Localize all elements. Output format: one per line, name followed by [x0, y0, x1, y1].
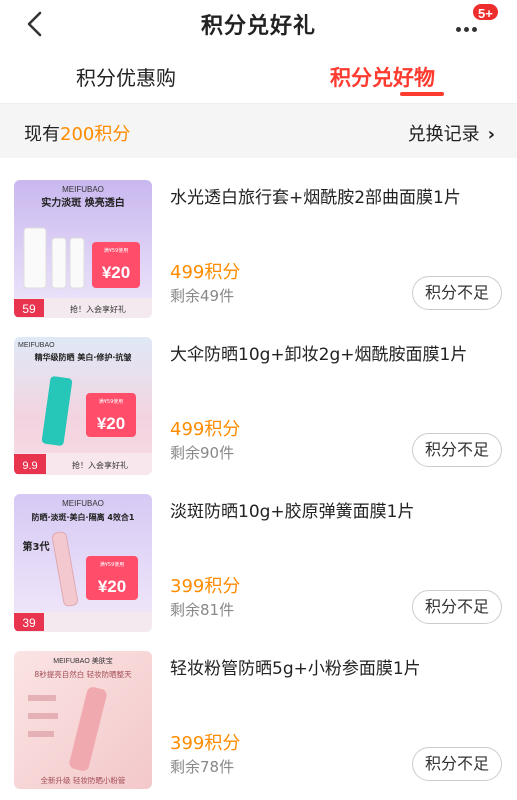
page-title: 积分兑好礼	[200, 14, 316, 39]
notification-badge: 5+	[471, 2, 500, 22]
product-stock: 剩余78件	[170, 758, 235, 776]
product-item[interactable]: MEIFUBAO 美肤宝 8秒提亮自然白 轻妆防晒整天 全新升级 轻妆防晒小粉管…	[0, 629, 517, 789]
product-name: 轻妆粉管防晒5g+小粉参面膜1片	[170, 659, 421, 679]
product-price: 399积分	[170, 733, 241, 754]
thumb-footer: 抢！入会享好礼	[70, 304, 126, 314]
thumb-headline: 防晒·淡斑·美白·隔离 4效合1	[31, 512, 134, 522]
product-name: 淡斑防晒10g+胶原弹簧面膜1片	[170, 502, 415, 522]
points-bar: 现有200积分 兑换记录 ›	[0, 104, 517, 158]
thumb-coupon-note: 满¥59使用	[100, 561, 125, 568]
points-balance: 现有200积分	[24, 120, 130, 146]
thumb-headline: 精华级防晒 美白·修护·抗皱	[35, 352, 132, 362]
thumb-brand: MEIFUBAO	[18, 342, 55, 349]
product-price: 499积分	[170, 419, 241, 440]
product-image[interactable]: MEIFUBAO 实力淡斑 焕亮透白 满¥59使用 ¥20 59 抢！入会享好礼	[14, 180, 152, 318]
thumb-tag: 59	[22, 302, 36, 316]
redeem-button[interactable]: 积分不足	[412, 433, 502, 467]
product-image[interactable]: MEIFUBAO 防晒·淡斑·美白·隔离 4效合1 第3代 满¥59使用 ¥20…	[14, 494, 152, 632]
product-item[interactable]: MEIFUBAO 实力淡斑 焕亮透白 满¥59使用 ¥20 59 抢！入会享好礼…	[0, 158, 517, 318]
thumb-coupon: ¥20	[102, 263, 130, 282]
tab-points-redeem[interactable]: 积分兑好物	[330, 62, 435, 92]
points-prefix: 现有	[24, 124, 60, 145]
tab-bar: 积分优惠购 积分兑好物	[0, 48, 517, 104]
thumb-footer: 全新升级 轻妆防晒小粉管	[41, 775, 126, 785]
thumb-coupon: ¥20	[98, 577, 126, 596]
product-image[interactable]: MEIFUBAO 美肤宝 8秒提亮自然白 轻妆防晒整天 全新升级 轻妆防晒小粉管	[14, 651, 152, 789]
product-item[interactable]: MEIFUBAO 防晒·淡斑·美白·隔离 4效合1 第3代 满¥59使用 ¥20…	[0, 472, 517, 632]
thumb-side: 第3代	[23, 540, 50, 553]
product-price: 499积分	[170, 262, 241, 283]
product-stock: 剩余81件	[170, 601, 235, 619]
thumb-brand: MEIFUBAO	[62, 499, 104, 508]
redeem-history-label: 兑换记录	[407, 124, 480, 145]
product-price: 399积分	[170, 576, 241, 597]
product-item[interactable]: MEIFUBAO 精华级防晒 美白·修护·抗皱 满¥59使用 ¥20 9.9 抢…	[0, 315, 517, 475]
product-stock: 剩余49件	[170, 287, 235, 305]
product-image[interactable]: MEIFUBAO 精华级防晒 美白·修护·抗皱 满¥59使用 ¥20 9.9 抢…	[14, 337, 152, 475]
thumb-headline: 实力淡斑 焕亮透白	[41, 196, 124, 209]
thumb-tag: 9.9	[22, 460, 37, 472]
thumb-coupon: ¥20	[97, 414, 125, 433]
thumb-brand: MEIFUBAO	[62, 185, 104, 194]
thumb-footer: 抢！入会享好礼	[72, 460, 128, 470]
tab-points-discount[interactable]: 积分优惠购	[76, 62, 176, 91]
thumb-tag: 39	[22, 616, 36, 630]
points-value: 200积分	[60, 124, 131, 145]
thumb-coupon-note: 满¥59使用	[104, 247, 129, 254]
chevron-right-icon: ›	[487, 124, 495, 145]
redeem-button[interactable]: 积分不足	[412, 276, 502, 310]
redeem-button[interactable]: 积分不足	[412, 590, 502, 624]
active-tab-indicator	[400, 92, 444, 96]
thumb-brand: MEIFUBAO 美肤宝	[53, 656, 113, 665]
thumb-coupon-note: 满¥59使用	[99, 398, 124, 405]
top-bar: 积分兑好礼 5+	[0, 0, 517, 48]
product-stock: 剩余90件	[170, 444, 235, 462]
product-name: 水光透白旅行套+烟酰胺2部曲面膜1片	[170, 188, 461, 208]
product-name: 大伞防晒10g+卸妆2g+烟酰胺面膜1片	[170, 345, 468, 365]
redeem-button[interactable]: 积分不足	[412, 747, 502, 781]
redeem-history-link[interactable]: 兑换记录 ›	[408, 120, 495, 146]
thumb-headline: 8秒提亮自然白 轻妆防晒整天	[34, 669, 132, 679]
